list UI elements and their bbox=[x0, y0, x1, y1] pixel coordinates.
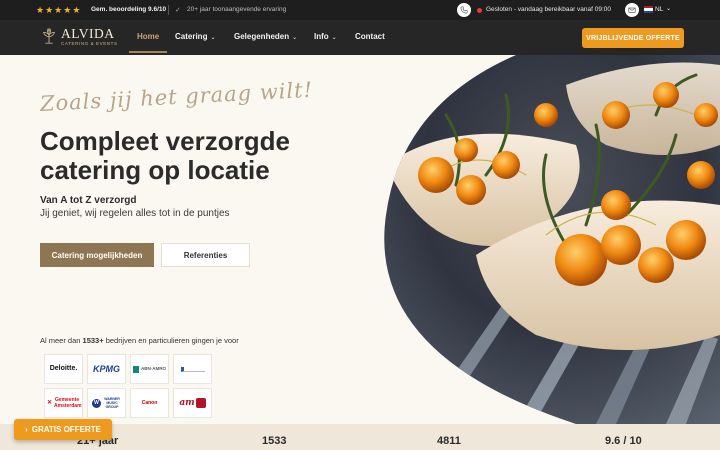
nav-catering-label: Catering bbox=[175, 32, 208, 41]
abn-amro-shield-icon bbox=[133, 365, 139, 373]
client-logo-am: am bbox=[173, 388, 212, 418]
language-selector[interactable]: NL bbox=[655, 6, 663, 13]
client-logo-label: KPMG bbox=[93, 364, 120, 374]
hero-script-tagline: Zoals jij het graag wilt! bbox=[39, 77, 314, 116]
status-dot bbox=[477, 8, 482, 13]
hero-subtitle-strong: Van A tot Z verzorgd bbox=[40, 195, 137, 206]
chevron-down-icon: ⌄ bbox=[210, 35, 216, 41]
chevron-down-icon: ⌄ bbox=[331, 35, 337, 41]
client-logo-warner-music: W WARNER MUSIC GROUP bbox=[87, 388, 126, 418]
nav-contact[interactable]: Contact bbox=[355, 32, 385, 41]
chevron-down-icon: ⌄ bbox=[292, 35, 298, 41]
client-logo-label: WARNER MUSIC GROUP bbox=[104, 397, 120, 409]
phone-icon bbox=[460, 6, 468, 14]
client-logo-grid: Deloitte. KPMG ABN·AMRO ✕ Gemeente Amster… bbox=[44, 354, 212, 418]
chevron-down-icon[interactable]: ⌄ bbox=[666, 5, 671, 12]
catering-options-button[interactable]: Catering mogelijkheden bbox=[40, 243, 154, 267]
divider bbox=[168, 5, 169, 15]
clients-summary: Al meer dan 1533+ bedrijven en particuli… bbox=[40, 336, 239, 345]
mail-button[interactable] bbox=[625, 3, 639, 17]
client-logo-label: am bbox=[179, 398, 195, 408]
rating-text: Gem. beoordeling 9.6/10 bbox=[91, 6, 167, 13]
client-logo-mark bbox=[180, 366, 205, 372]
brand-logo[interactable]: ALVIDA CATERING & EVENTS bbox=[40, 27, 117, 46]
experience-text: 20+ jaar toonaangevende ervaring bbox=[187, 6, 287, 13]
warner-w-icon: W bbox=[92, 398, 101, 408]
star-icon: ★ bbox=[54, 5, 63, 15]
mail-icon bbox=[628, 7, 636, 13]
quote-button[interactable]: VRIJBLIJVENDE OFFERTE bbox=[582, 28, 684, 48]
nav-gelegenheden[interactable]: Gelegenheden ⌄ bbox=[234, 32, 297, 41]
brand-tagline: CATERING & EVENTS bbox=[61, 41, 118, 46]
clients-suffix: bedrijven en particulieren gingen je voo… bbox=[103, 336, 239, 345]
chevron-right-icon: › bbox=[25, 425, 28, 434]
flag-nl-icon[interactable] bbox=[644, 6, 653, 13]
client-logo-canon: Canon bbox=[130, 388, 169, 418]
star-icon: ★ bbox=[45, 5, 54, 15]
client-logo-label: Canon bbox=[141, 400, 158, 406]
nav-home[interactable]: Home bbox=[137, 32, 159, 41]
hero-subtitle: Jij geniet, wij regelen alles tot in de … bbox=[40, 208, 230, 219]
stat-clients: 1533 bbox=[262, 435, 287, 447]
check-icon: ✓ bbox=[175, 7, 181, 14]
client-logo-gemeente-amsterdam: ✕ Gemeente Amsterdam bbox=[44, 388, 83, 418]
floating-quote-button[interactable]: › GRATIS OFFERTE bbox=[14, 419, 112, 440]
main-navigation: ALVIDA CATERING & EVENTS Home Catering ⌄ … bbox=[0, 20, 720, 55]
nav-gelegenheden-label: Gelegenheden bbox=[234, 32, 290, 41]
stat-rating: 9.6 / 10 bbox=[605, 435, 642, 447]
clients-prefix: Al meer dan bbox=[40, 336, 83, 345]
client-logo-generic bbox=[173, 354, 212, 384]
clients-count: 1533+ bbox=[82, 336, 104, 345]
tree-logo-icon bbox=[43, 27, 55, 44]
client-logo-deloitte: Deloitte. bbox=[44, 354, 83, 384]
active-nav-indicator bbox=[129, 51, 167, 53]
stat-events: 4811 bbox=[437, 435, 461, 447]
client-logo-label: Deloitte. bbox=[49, 365, 78, 372]
references-button[interactable]: Referenties bbox=[161, 243, 250, 267]
hero-headline: Compleet verzorgde catering op locatie bbox=[40, 126, 290, 185]
nav-info-label: Info bbox=[314, 32, 329, 41]
nav-catering[interactable]: Catering ⌄ bbox=[175, 32, 215, 41]
star-icon: ★ bbox=[72, 5, 81, 15]
star-icon: ★ bbox=[63, 5, 72, 15]
client-logo-label: ABN·AMRO bbox=[141, 366, 166, 371]
rating-stars: ★ ★ ★ ★ ★ bbox=[36, 5, 80, 15]
top-bar: ★ ★ ★ ★ ★ Gem. beoordeling 9.6/10 ✓ 20+ … bbox=[0, 0, 720, 20]
phone-button[interactable] bbox=[457, 3, 471, 17]
client-logo-label: Gemeente Amsterdam bbox=[54, 397, 82, 409]
client-logo-kpmg: KPMG bbox=[87, 354, 126, 384]
client-logo-abn-amro: ABN·AMRO bbox=[130, 354, 169, 384]
amsterdam-cross-icon: ✕ bbox=[46, 400, 53, 406]
star-icon: ★ bbox=[36, 5, 45, 15]
am-c-icon bbox=[195, 398, 206, 408]
brand-name: ALVIDA bbox=[61, 26, 115, 41]
floating-quote-label: GRATIS OFFERTE bbox=[31, 425, 101, 434]
nav-info[interactable]: Info ⌄ bbox=[314, 32, 337, 41]
opening-status: Gesloten - vandaag bereikbaar vanaf 09:0… bbox=[486, 6, 612, 13]
hero-food-image bbox=[366, 55, 720, 424]
